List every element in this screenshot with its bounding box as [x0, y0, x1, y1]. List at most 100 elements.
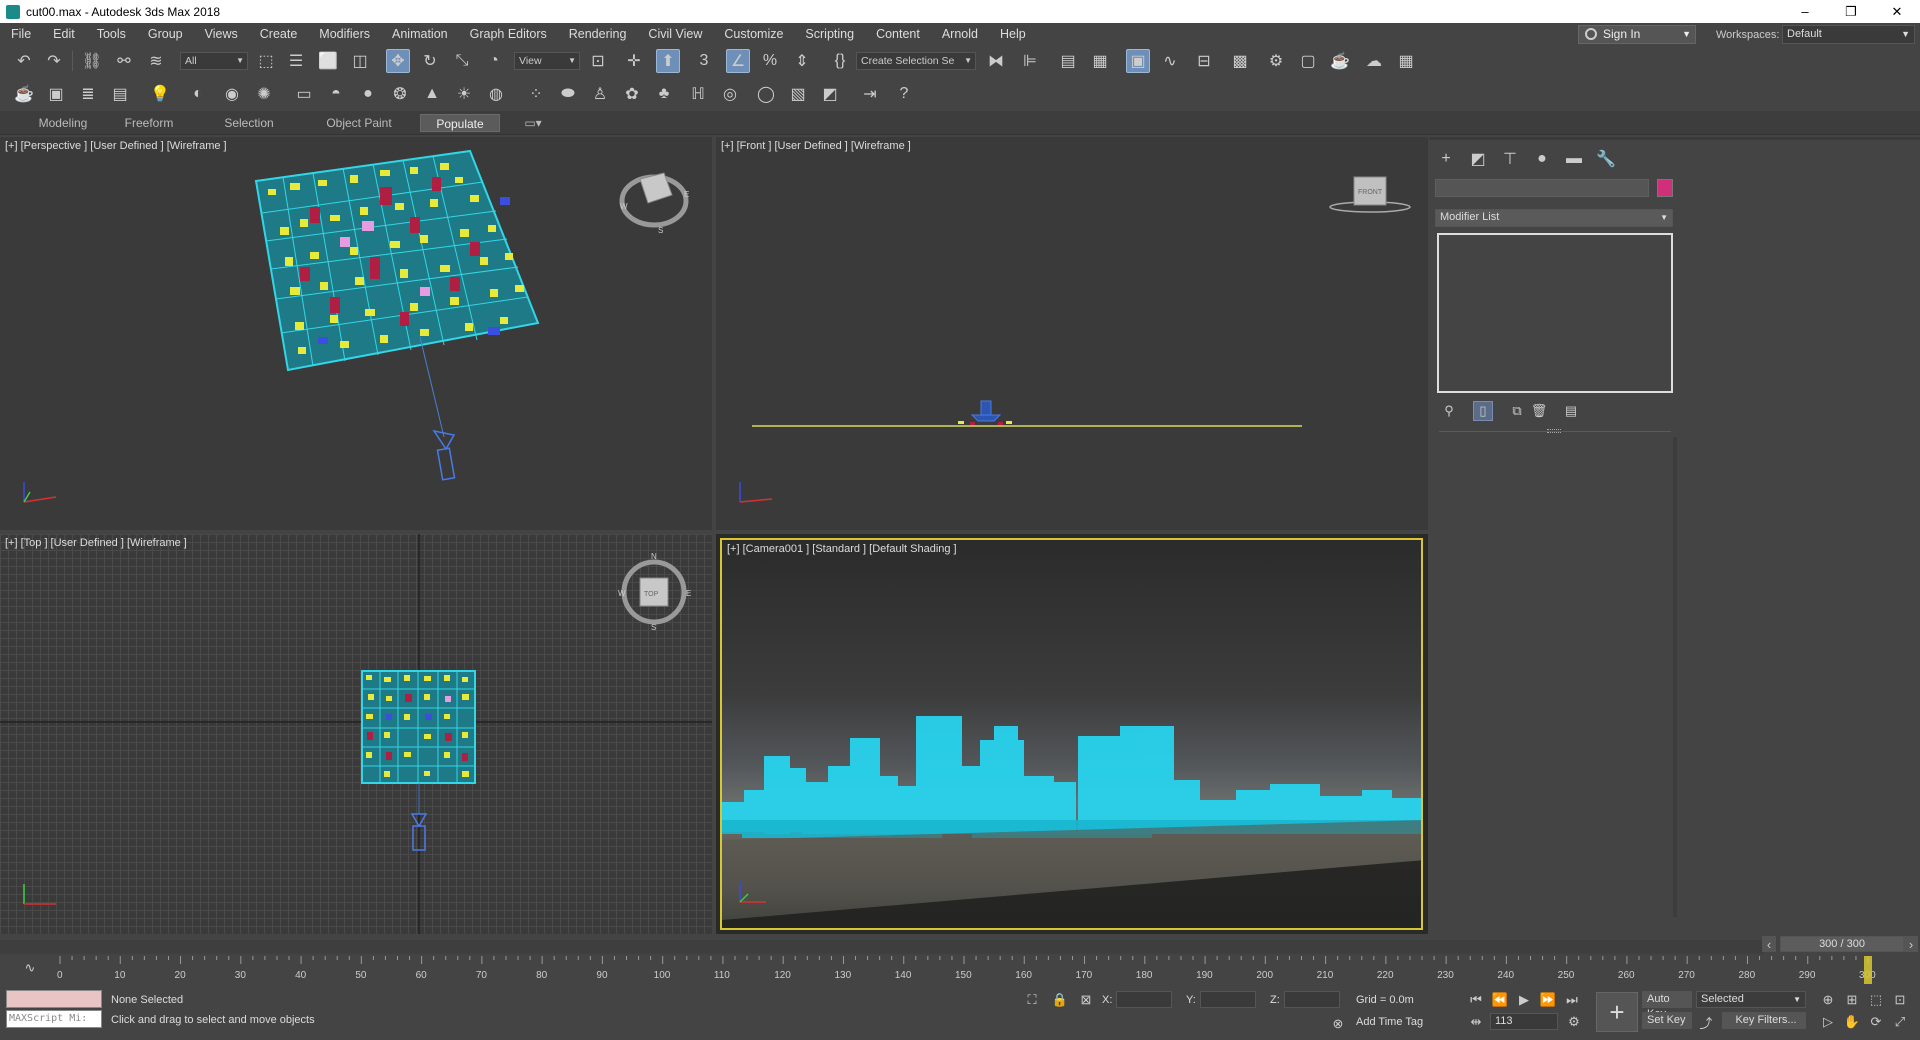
- current-frame-input[interactable]: 113: [1490, 1013, 1558, 1030]
- maxscript-mini-listener[interactable]: MAXScript Mi:: [6, 1010, 102, 1028]
- toggle-ribbon-icon[interactable]: ▣: [1126, 49, 1150, 73]
- default-in-out-tangent-icon[interactable]: ⤴: [1696, 1012, 1716, 1032]
- schematic-view-icon[interactable]: ⊟: [1192, 49, 1216, 73]
- viewport-camera[interactable]: [+] [Camera001 ] [Standard ] [Default Sh…: [716, 534, 1428, 934]
- viewport-front[interactable]: [+] [Front ] [User Defined ] [Wireframe …: [716, 137, 1428, 530]
- zoom-icon[interactable]: ⊕: [1818, 990, 1838, 1010]
- tab-selection[interactable]: Selection: [214, 114, 284, 132]
- create-tab-plus-icon[interactable]: +: [1433, 147, 1459, 171]
- display-tab-icon[interactable]: ▬: [1561, 147, 1587, 171]
- menu-scripting[interactable]: Scripting: [794, 23, 865, 45]
- menu-edit[interactable]: Edit: [42, 23, 86, 45]
- reference-coordinate-dropdown[interactable]: View ▼: [514, 52, 580, 70]
- geosphere-icon[interactable]: ❂: [388, 82, 412, 106]
- pivot-center-icon[interactable]: ⊡: [586, 49, 610, 73]
- maximize-viewport-icon[interactable]: ⤢: [1890, 1012, 1910, 1032]
- material-map-icon[interactable]: ▧: [786, 82, 810, 106]
- time-slider-track[interactable]: [0, 940, 1764, 954]
- menu-customize[interactable]: Customize: [713, 23, 794, 45]
- scene-explorer-icon[interactable]: ▤: [1056, 49, 1080, 73]
- selection-lock-icon[interactable]: 🔒: [1050, 990, 1070, 1010]
- z-coordinate-input[interactable]: [1284, 991, 1340, 1008]
- add-time-tag-button[interactable]: Add Time Tag: [1356, 1016, 1423, 1028]
- configure-modifier-sets-icon[interactable]: ▤: [1561, 401, 1581, 421]
- layer-explorer-icon[interactable]: ▦: [1088, 49, 1112, 73]
- window-crossing-icon[interactable]: ◫: [348, 49, 372, 73]
- undo-icon[interactable]: ↶: [12, 49, 36, 73]
- menu-create[interactable]: Create: [249, 23, 309, 45]
- render-frame-icon[interactable]: ▣: [44, 82, 68, 106]
- selection-set-dropdown[interactable]: Selected ▼: [1696, 991, 1806, 1008]
- camera-sequencer-icon[interactable]: ◐: [186, 82, 210, 106]
- viewcube-top[interactable]: TOP: [621, 559, 687, 625]
- select-by-name-icon[interactable]: ☰: [284, 49, 308, 73]
- menu-modifiers[interactable]: Modifiers: [308, 23, 381, 45]
- help-icon[interactable]: ?: [892, 82, 916, 106]
- modifier-stack-list[interactable]: [1437, 233, 1673, 393]
- spinner-snap-icon[interactable]: ⇕: [790, 49, 814, 73]
- ribbon-options-icon[interactable]: ▭▾: [520, 114, 546, 132]
- shell-icon[interactable]: ◎: [718, 82, 742, 106]
- redo-icon[interactable]: ↷: [42, 49, 66, 73]
- place-icon[interactable]: ◔: [482, 49, 506, 73]
- go-to-start-icon[interactable]: ⏮: [1466, 990, 1486, 1010]
- selection-filter-dropdown[interactable]: All ▼: [180, 52, 248, 70]
- go-to-end-icon[interactable]: ⏭: [1562, 990, 1582, 1010]
- select-and-rotate-icon[interactable]: ↻: [418, 49, 442, 73]
- current-frame-marker[interactable]: [1864, 956, 1872, 984]
- tab-populate[interactable]: Populate: [420, 114, 500, 132]
- next-key-icon[interactable]: ⏩: [1538, 990, 1558, 1010]
- unlink-icon[interactable]: ⚯: [112, 49, 136, 73]
- pin-stack-icon[interactable]: ⚲: [1439, 401, 1459, 421]
- box-primitive-icon[interactable]: ▭: [292, 82, 316, 106]
- teapot-icon[interactable]: ☕: [12, 82, 36, 106]
- sign-in-button[interactable]: Sign In ▼: [1578, 25, 1696, 44]
- viewcube-front[interactable]: FRONT: [1329, 176, 1411, 213]
- close-button[interactable]: ✕: [1874, 0, 1920, 23]
- table-icon[interactable]: ▤: [108, 82, 132, 106]
- previous-frame-arrow-icon[interactable]: ‹: [1762, 936, 1776, 952]
- curve-editor-icon[interactable]: ∿: [1158, 49, 1182, 73]
- render-cube-icon[interactable]: ◩: [818, 82, 842, 106]
- viewport-perspective[interactable]: [+] [Perspective ] [User Defined ] [Wire…: [0, 137, 712, 530]
- viewport-top[interactable]: [+] [Top ] [User Defined ] [Wireframe ]: [0, 534, 712, 934]
- rendered-frame-window-icon[interactable]: ▢: [1296, 49, 1320, 73]
- menu-civil-view[interactable]: Civil View: [637, 23, 713, 45]
- utilities-tab-wrench-icon[interactable]: 🔧: [1593, 147, 1619, 171]
- time-slider-handle[interactable]: 300 / 300: [1780, 936, 1904, 952]
- sky-sphere-icon[interactable]: ◍: [484, 82, 508, 106]
- tab-freeform[interactable]: Freeform: [114, 114, 184, 132]
- object-color-swatch[interactable]: [1657, 179, 1673, 197]
- plant-icon[interactable]: ♣: [652, 82, 676, 106]
- render-setup-icon[interactable]: ⚙: [1264, 49, 1288, 73]
- object-name-input[interactable]: [1435, 179, 1649, 197]
- angle-snap-icon[interactable]: ∠: [726, 49, 750, 73]
- workspace-select[interactable]: Default ▼: [1782, 25, 1915, 44]
- sun-icon[interactable]: ☀: [452, 82, 476, 106]
- cone-icon[interactable]: ▲: [420, 82, 444, 106]
- material-sphere-icon[interactable]: ◯: [754, 82, 778, 106]
- modifier-list-dropdown[interactable]: Modifier List ▼: [1435, 209, 1673, 227]
- menu-help[interactable]: Help: [989, 23, 1037, 45]
- y-coordinate-input[interactable]: [1200, 991, 1256, 1008]
- panel-scrollbar[interactable]: [1673, 437, 1677, 917]
- motion-tab-icon[interactable]: ●: [1529, 147, 1555, 171]
- list-icon[interactable]: ≣: [76, 82, 100, 106]
- maxscript-listener-output[interactable]: [6, 990, 102, 1008]
- figure-icon[interactable]: ♙: [588, 82, 612, 106]
- edit-named-selection-icon[interactable]: {}: [828, 49, 852, 73]
- material-editor-icon[interactable]: ▩: [1228, 49, 1252, 73]
- key-mode-toggle-icon[interactable]: ⇹: [1466, 1012, 1486, 1032]
- x-coordinate-input[interactable]: [1116, 991, 1172, 1008]
- menu-group[interactable]: Group: [137, 23, 194, 45]
- viewcube-perspective[interactable]: [619, 172, 689, 228]
- track-icon[interactable]: ◉: [220, 82, 244, 106]
- keyboard-shortcut-override-icon[interactable]: ⬆: [656, 49, 680, 73]
- mirror-icon[interactable]: ⧓: [984, 49, 1008, 73]
- key-filters-button[interactable]: Key Filters...: [1722, 1012, 1806, 1029]
- menu-rendering[interactable]: Rendering: [558, 23, 638, 45]
- rollout-splitter[interactable]: [1547, 429, 1561, 433]
- menu-arnold[interactable]: Arnold: [931, 23, 989, 45]
- zoom-extents-all-icon[interactable]: ⊡: [1890, 990, 1910, 1010]
- hemisphere-icon[interactable]: ◓: [324, 82, 348, 106]
